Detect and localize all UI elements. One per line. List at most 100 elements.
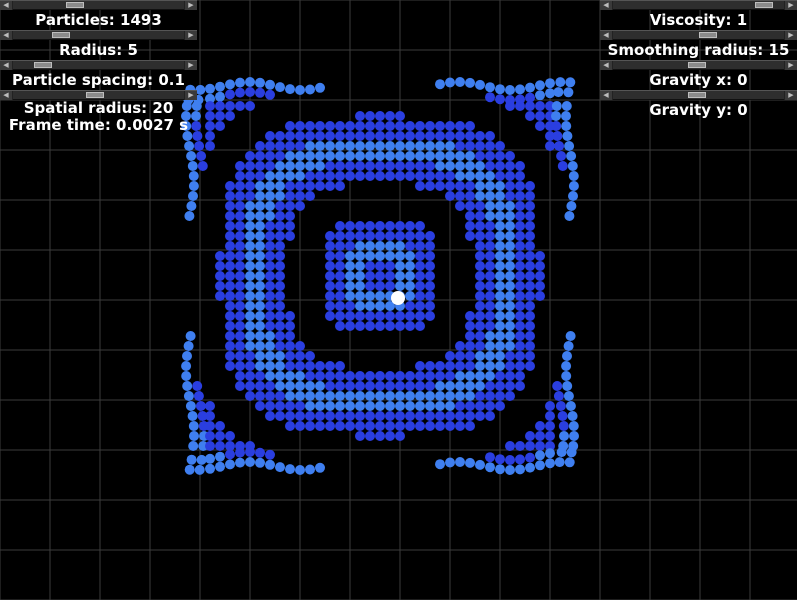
particle bbox=[225, 231, 235, 241]
right-arrow-icon[interactable]: ▶ bbox=[184, 31, 197, 40]
particle bbox=[305, 84, 315, 95]
particle bbox=[255, 281, 265, 291]
particle bbox=[425, 281, 435, 291]
slider-thumb[interactable] bbox=[687, 92, 706, 98]
particle bbox=[558, 421, 569, 431]
particle bbox=[245, 161, 255, 171]
particle bbox=[385, 421, 395, 431]
particle bbox=[255, 151, 265, 161]
particle bbox=[495, 351, 505, 361]
left-arrow-icon[interactable]: ◀ bbox=[600, 31, 613, 40]
particle bbox=[475, 191, 485, 201]
gravity-y-slider[interactable]: ◀ ▶ bbox=[600, 90, 797, 100]
particle bbox=[385, 221, 395, 231]
left-arrow-icon[interactable]: ◀ bbox=[0, 31, 13, 40]
particle bbox=[305, 121, 315, 131]
slider-thumb[interactable] bbox=[66, 2, 85, 8]
particle bbox=[265, 211, 275, 221]
right-arrow-icon[interactable]: ▶ bbox=[784, 61, 797, 70]
left-arrow-icon[interactable]: ◀ bbox=[0, 61, 13, 70]
particle bbox=[365, 311, 375, 321]
particle bbox=[345, 291, 355, 301]
particle bbox=[245, 151, 255, 161]
smoothing-radius-slider[interactable]: ◀ ▶ bbox=[600, 30, 797, 40]
particle bbox=[345, 171, 355, 181]
slider-thumb[interactable] bbox=[52, 32, 71, 38]
particle bbox=[335, 181, 345, 191]
particle bbox=[425, 371, 435, 381]
particle bbox=[355, 431, 365, 441]
particle bbox=[325, 361, 335, 371]
particle bbox=[275, 191, 285, 201]
particle bbox=[235, 361, 245, 371]
right-arrow-icon[interactable]: ▶ bbox=[784, 1, 797, 10]
particle bbox=[215, 421, 225, 431]
particle bbox=[345, 121, 355, 131]
right-arrow-icon[interactable]: ▶ bbox=[184, 1, 197, 10]
particle bbox=[465, 151, 475, 161]
gravity-x-slider[interactable]: ◀ ▶ bbox=[600, 60, 797, 70]
particle bbox=[495, 401, 505, 411]
particle bbox=[455, 411, 465, 421]
particle bbox=[375, 151, 385, 161]
slider-thumb[interactable] bbox=[33, 62, 52, 68]
particle bbox=[225, 261, 235, 271]
particle bbox=[495, 191, 505, 201]
particle bbox=[405, 151, 415, 161]
particle bbox=[255, 261, 265, 271]
particle bbox=[355, 391, 365, 401]
particle bbox=[265, 241, 275, 251]
particle bbox=[235, 87, 245, 98]
particle bbox=[184, 211, 195, 221]
slider-thumb[interactable] bbox=[698, 32, 717, 38]
particle bbox=[465, 421, 475, 431]
right-arrow-icon[interactable]: ▶ bbox=[784, 31, 797, 40]
particle bbox=[295, 201, 305, 211]
particle bbox=[425, 271, 435, 281]
right-arrow-icon[interactable]: ▶ bbox=[784, 91, 797, 100]
smoothing-radius-label: Smoothing radius: 15 bbox=[607, 41, 790, 59]
particle bbox=[225, 111, 235, 121]
particle bbox=[315, 161, 325, 171]
particle bbox=[335, 291, 345, 301]
right-arrow-icon[interactable]: ▶ bbox=[184, 61, 197, 70]
particle bbox=[285, 331, 295, 341]
particle bbox=[475, 411, 485, 421]
particle bbox=[445, 151, 455, 161]
spatial-radius-label: Spatial radius: 20 bbox=[23, 99, 174, 117]
right-arrow-icon[interactable]: ▶ bbox=[184, 91, 197, 100]
particle bbox=[265, 251, 275, 261]
particle bbox=[295, 465, 305, 475]
particle bbox=[325, 371, 335, 381]
particle bbox=[425, 311, 435, 321]
left-arrow-icon[interactable]: ◀ bbox=[0, 91, 13, 100]
particle bbox=[365, 231, 375, 241]
particle bbox=[475, 381, 485, 391]
slider-thumb[interactable] bbox=[754, 2, 773, 8]
left-arrow-icon[interactable]: ◀ bbox=[600, 1, 613, 10]
particle bbox=[485, 271, 495, 281]
particle bbox=[445, 371, 455, 381]
particle bbox=[395, 161, 405, 171]
particle bbox=[435, 371, 445, 381]
particle bbox=[395, 321, 405, 331]
left-arrow-icon[interactable]: ◀ bbox=[600, 61, 613, 70]
particle bbox=[465, 391, 475, 401]
particle bbox=[515, 101, 525, 111]
left-arrow-icon[interactable]: ◀ bbox=[0, 1, 13, 10]
particles-slider[interactable]: ◀ ▶ bbox=[0, 0, 197, 10]
particle bbox=[305, 401, 315, 411]
viscosity-slider[interactable]: ◀ ▶ bbox=[600, 0, 797, 10]
particle bbox=[465, 331, 475, 341]
particle bbox=[395, 141, 405, 151]
left-arrow-icon[interactable]: ◀ bbox=[600, 91, 613, 100]
particle bbox=[365, 151, 375, 161]
particle-spacing-slider[interactable]: ◀ ▶ bbox=[0, 60, 197, 70]
particle bbox=[315, 131, 325, 141]
particle bbox=[495, 161, 505, 171]
spatial-radius-slider[interactable]: ◀ ▶ bbox=[0, 90, 197, 100]
slider-thumb[interactable] bbox=[86, 92, 105, 98]
slider-thumb[interactable] bbox=[687, 62, 706, 68]
radius-slider[interactable]: ◀ ▶ bbox=[0, 30, 197, 40]
particle bbox=[435, 79, 445, 90]
